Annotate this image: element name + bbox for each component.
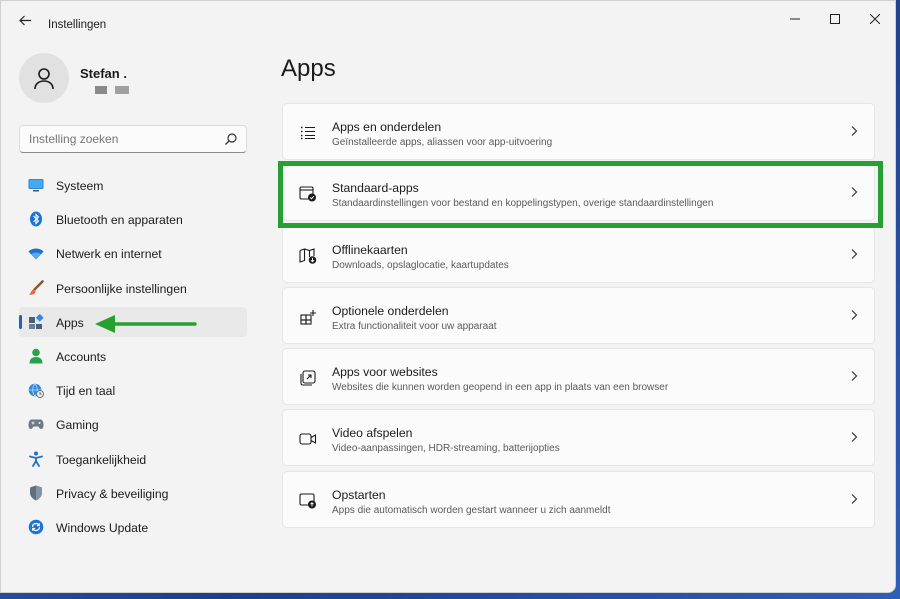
card-standaard-apps[interactable]: Standaard-apps Standaardinstellingen voo…	[282, 164, 875, 222]
map-download-icon	[298, 246, 318, 266]
title-bar: Instellingen	[1, 1, 895, 37]
sidebar-item-privacy[interactable]: Privacy & beveiliging	[19, 478, 247, 508]
maximize-icon	[830, 14, 840, 24]
settings-window: Instellingen Stefan . Instelling zoeken …	[0, 0, 896, 593]
avatar	[19, 53, 69, 103]
window-controls	[775, 1, 895, 37]
gamepad-icon	[28, 416, 44, 432]
default-apps-icon	[298, 184, 318, 204]
search-icon	[225, 133, 237, 145]
card-apps-voor-websites[interactable]: Apps voor websites Websites die kunnen w…	[282, 348, 875, 406]
card-video-afspelen[interactable]: Video afspelen Video-aanpassingen, HDR-s…	[282, 409, 875, 467]
brush-icon	[28, 279, 44, 296]
chevron-right-icon	[851, 309, 858, 320]
wifi-icon	[28, 245, 44, 261]
startup-icon	[298, 491, 318, 511]
sidebar-item-netwerk[interactable]: Netwerk en internet	[19, 238, 247, 268]
search-input[interactable]	[29, 132, 209, 146]
app-title: Instellingen	[48, 19, 107, 31]
annotation-arrow-icon	[95, 315, 197, 333]
add-grid-icon	[298, 307, 318, 327]
chevron-right-icon	[851, 371, 858, 382]
person-icon	[28, 348, 44, 364]
close-button[interactable]	[855, 1, 895, 37]
chevron-right-icon	[851, 493, 858, 504]
chevron-right-icon	[851, 248, 858, 259]
globe-clock-icon	[28, 382, 44, 399]
video-icon	[298, 429, 318, 449]
arrow-left-icon	[18, 15, 31, 25]
chevron-right-icon	[851, 432, 858, 443]
card-offlinekaarten[interactable]: Offlinekaarten Downloads, opslaglocatie,…	[282, 225, 875, 283]
sidebar-item-tijd-taal[interactable]: Tijd en taal	[19, 375, 247, 405]
back-button[interactable]	[13, 10, 37, 30]
sidebar-nav: Systeem Bluetooth en apparaten Netwerk e…	[19, 170, 247, 546]
apps-icon	[28, 313, 44, 330]
card-optionele-onderdelen[interactable]: Optionele onderdelen Extra functionalite…	[282, 286, 875, 344]
close-icon	[870, 14, 880, 24]
accessibility-icon	[28, 451, 44, 467]
sidebar-item-windows-update[interactable]: Windows Update	[19, 512, 247, 542]
minimize-icon	[790, 18, 800, 20]
card-opstarten[interactable]: Opstarten Apps die automatisch worden ge…	[282, 470, 875, 528]
list-icon	[298, 123, 318, 143]
chevron-right-icon	[851, 126, 858, 136]
sidebar-item-toegankelijkheid[interactable]: Toegankelijkheid	[19, 444, 247, 474]
shield-icon	[28, 485, 44, 501]
maximize-button[interactable]	[815, 1, 855, 37]
page-title: Apps	[281, 55, 336, 82]
settings-cards: Apps en onderdelen Geïnstalleerde apps, …	[282, 103, 875, 532]
sidebar-item-bluetooth[interactable]: Bluetooth en apparaten	[19, 204, 247, 234]
sidebar-item-persoonlijk[interactable]: Persoonlijke instellingen	[19, 273, 247, 303]
user-name: Stefan .	[80, 66, 127, 81]
open-in-app-icon	[298, 368, 318, 388]
sidebar-item-systeem[interactable]: Systeem	[19, 170, 247, 200]
chevron-right-icon	[851, 187, 858, 198]
monitor-icon	[28, 177, 44, 193]
settings-search[interactable]	[19, 125, 247, 153]
card-apps-en-onderdelen[interactable]: Apps en onderdelen Geïnstalleerde apps, …	[282, 103, 875, 160]
sidebar-item-accounts[interactable]: Accounts	[19, 341, 247, 371]
update-icon	[28, 519, 44, 535]
sidebar-item-gaming[interactable]: Gaming	[19, 409, 247, 439]
minimize-button[interactable]	[775, 1, 815, 37]
user-email-redacted	[95, 86, 129, 94]
bluetooth-icon	[28, 211, 44, 227]
person-avatar-icon	[34, 68, 54, 90]
